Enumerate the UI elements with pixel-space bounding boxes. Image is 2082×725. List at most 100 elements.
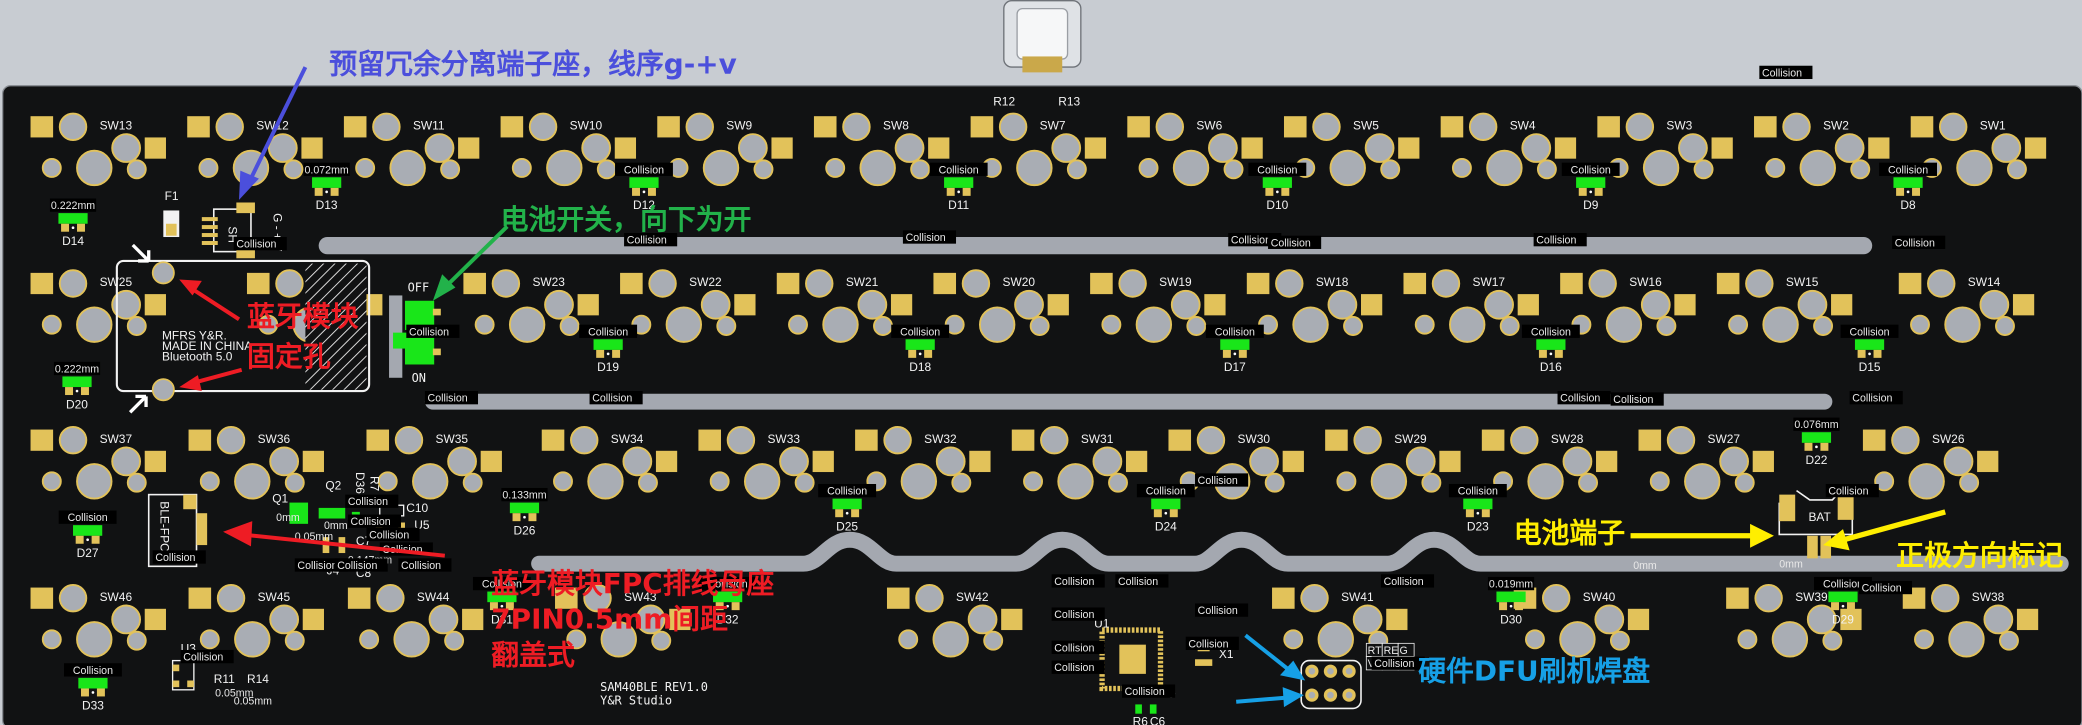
diode-pad: [1499, 602, 1508, 611]
plated-hole: [216, 425, 246, 455]
diode-label: D9: [1583, 198, 1599, 212]
switch-pad: [1440, 116, 1464, 138]
collision-text: Collision: [906, 232, 946, 244]
plated-hole: [1343, 316, 1363, 336]
plated-hole: [1588, 269, 1617, 298]
plated-hole: [825, 158, 846, 178]
plated-hole: [951, 472, 972, 493]
collision-marker: Collision: [1051, 574, 1105, 588]
collision-marker: Collision: [1051, 607, 1105, 621]
diode-pad: [1896, 187, 1905, 196]
f1-label: F1: [165, 189, 179, 203]
plated-hole: [1734, 472, 1755, 493]
collision-text: Collision: [1125, 686, 1165, 698]
diode-pad: [1846, 602, 1855, 611]
diode-pad: [1820, 442, 1829, 451]
plated-hole: [216, 583, 246, 613]
plated-hole: [284, 472, 305, 493]
plated-hole: [76, 621, 113, 658]
switch-pad: [657, 116, 680, 138]
plated-hole: [1016, 149, 1053, 187]
switch-pad: [1674, 294, 1696, 316]
diode-pad: [65, 387, 74, 396]
led-body: [73, 525, 103, 536]
plated-hole: [41, 158, 62, 178]
plated-hole: [199, 471, 220, 492]
plated-hole: [857, 289, 888, 320]
plated-hole: [1353, 425, 1382, 455]
collision-marker: Collision: [1380, 574, 1435, 588]
plated-hole: [873, 316, 893, 336]
r7-label: R7: [367, 476, 381, 492]
plated-hole: [1562, 446, 1593, 477]
collision-text: Collision: [1613, 394, 1653, 406]
collision-text: Collision: [1118, 576, 1158, 588]
collision-text: Collision: [1852, 393, 1892, 405]
switch-pad: [188, 429, 212, 451]
plated-hole: [1108, 472, 1128, 493]
plated-hole: [1380, 159, 1401, 180]
switch-pad: [1361, 294, 1383, 316]
drc-tag: Collision: [827, 486, 867, 498]
collision-text: Collision: [297, 560, 337, 572]
switch-pad: [302, 608, 324, 631]
plated-hole: [1771, 621, 1809, 658]
collision-text: Collision: [348, 496, 388, 508]
plated-hole: [1938, 112, 1968, 142]
switch-pad: [1716, 272, 1740, 295]
switch-pad: [577, 294, 599, 316]
switch-pad: [1386, 608, 1408, 631]
diode-pad: [1153, 509, 1162, 518]
diode-label: D23: [1467, 519, 1489, 533]
diode-pad: [528, 513, 537, 522]
collision-marker: Collision: [1849, 391, 1903, 405]
diode-pad: [596, 349, 605, 358]
switch-pad: [1711, 137, 1733, 159]
plated-hole: [447, 446, 477, 477]
pin1-dot: [957, 190, 961, 194]
switch-label: SW20: [1002, 275, 1035, 289]
collision-text: Collision: [1188, 638, 1228, 650]
plated-hole: [1329, 149, 1366, 187]
collision-text: Collision: [1198, 475, 1238, 487]
plated-hole: [1449, 306, 1486, 343]
ble-mount-hole: [151, 261, 175, 285]
switch-label: SW9: [726, 118, 752, 132]
collision-marker: Collision: [398, 558, 452, 572]
led-body: [1893, 177, 1923, 188]
switch-label: SW31: [1081, 432, 1114, 446]
dfu-pin-label: G: [1400, 645, 1408, 657]
switch-pad: [1282, 450, 1304, 473]
led-body: [905, 339, 935, 350]
switch-pad: [343, 116, 367, 138]
plated-hole: [126, 316, 147, 336]
plated-hole: [726, 425, 756, 455]
collision-text: Collision: [1054, 576, 1094, 588]
diode-label: D20: [66, 397, 88, 411]
dfu-pin-label: RE: [1384, 645, 1399, 657]
plated-hole: [1524, 629, 1545, 650]
plated-hole: [428, 604, 459, 635]
switch-pad: [1127, 116, 1150, 138]
pin1-dot: [1233, 352, 1237, 356]
plated-hole: [709, 471, 730, 492]
plated-hole: [1983, 604, 2014, 635]
plated-hole: [215, 112, 244, 142]
plated-hole: [1666, 425, 1696, 455]
plated-hole: [1223, 159, 1244, 180]
plated-hole: [822, 306, 859, 343]
switch-pad: [1125, 450, 1148, 473]
clearance: 0.05mm: [234, 695, 272, 707]
plated-hole: [1172, 149, 1210, 187]
plated-hole: [859, 149, 896, 187]
diode-label: D13: [316, 198, 338, 212]
diode-label: D25: [836, 519, 858, 533]
diode-pad: [1465, 509, 1474, 518]
plated-hole: [474, 314, 495, 335]
diode-pad: [1873, 349, 1882, 358]
pin1-dot: [75, 389, 79, 393]
plated-hole: [1959, 472, 1980, 493]
collision-marker: Collision: [1195, 473, 1249, 487]
plated-hole: [1023, 471, 1043, 492]
plated-hole: [1678, 133, 1708, 163]
